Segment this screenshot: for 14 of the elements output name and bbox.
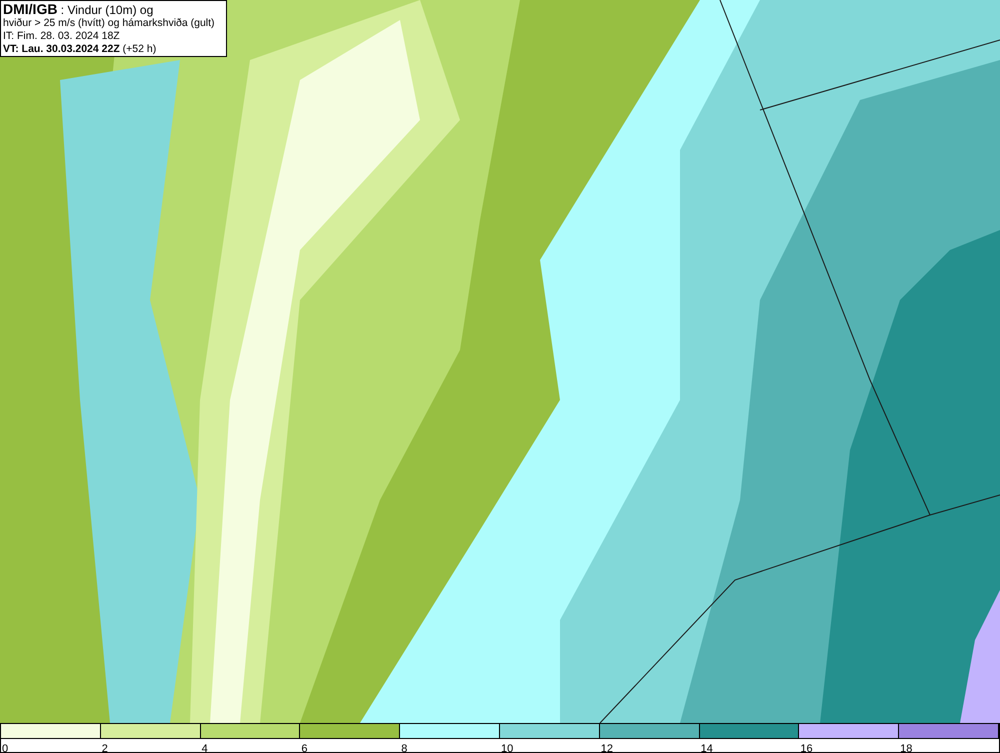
map-title-line: IT: Fim. 28. 03. 2024 18Z bbox=[3, 30, 121, 43]
legend-label: 2 bbox=[102, 743, 108, 753]
map-title-line: hviður > 25 m/s (hvítt) og hámarkshviða (gult) bbox=[3, 17, 216, 30]
legend-label: 12 bbox=[600, 743, 614, 753]
legend-label: 10 bbox=[500, 743, 514, 753]
map-title-line: DMI/IGB : Vindur (10m) og bbox=[3, 2, 154, 17]
legend-label: 6 bbox=[301, 743, 308, 753]
legend-label: 4 bbox=[202, 743, 208, 753]
legend-label: 0 bbox=[2, 743, 8, 753]
legend-label: 18 bbox=[900, 743, 912, 753]
map-title-line: VT: Lau. 30.03.2024 22Z (+52 h) bbox=[3, 43, 158, 56]
legend-label: 8 bbox=[401, 743, 408, 753]
legend-label: 16 bbox=[800, 743, 813, 753]
legend-label: 14 bbox=[700, 743, 713, 753]
